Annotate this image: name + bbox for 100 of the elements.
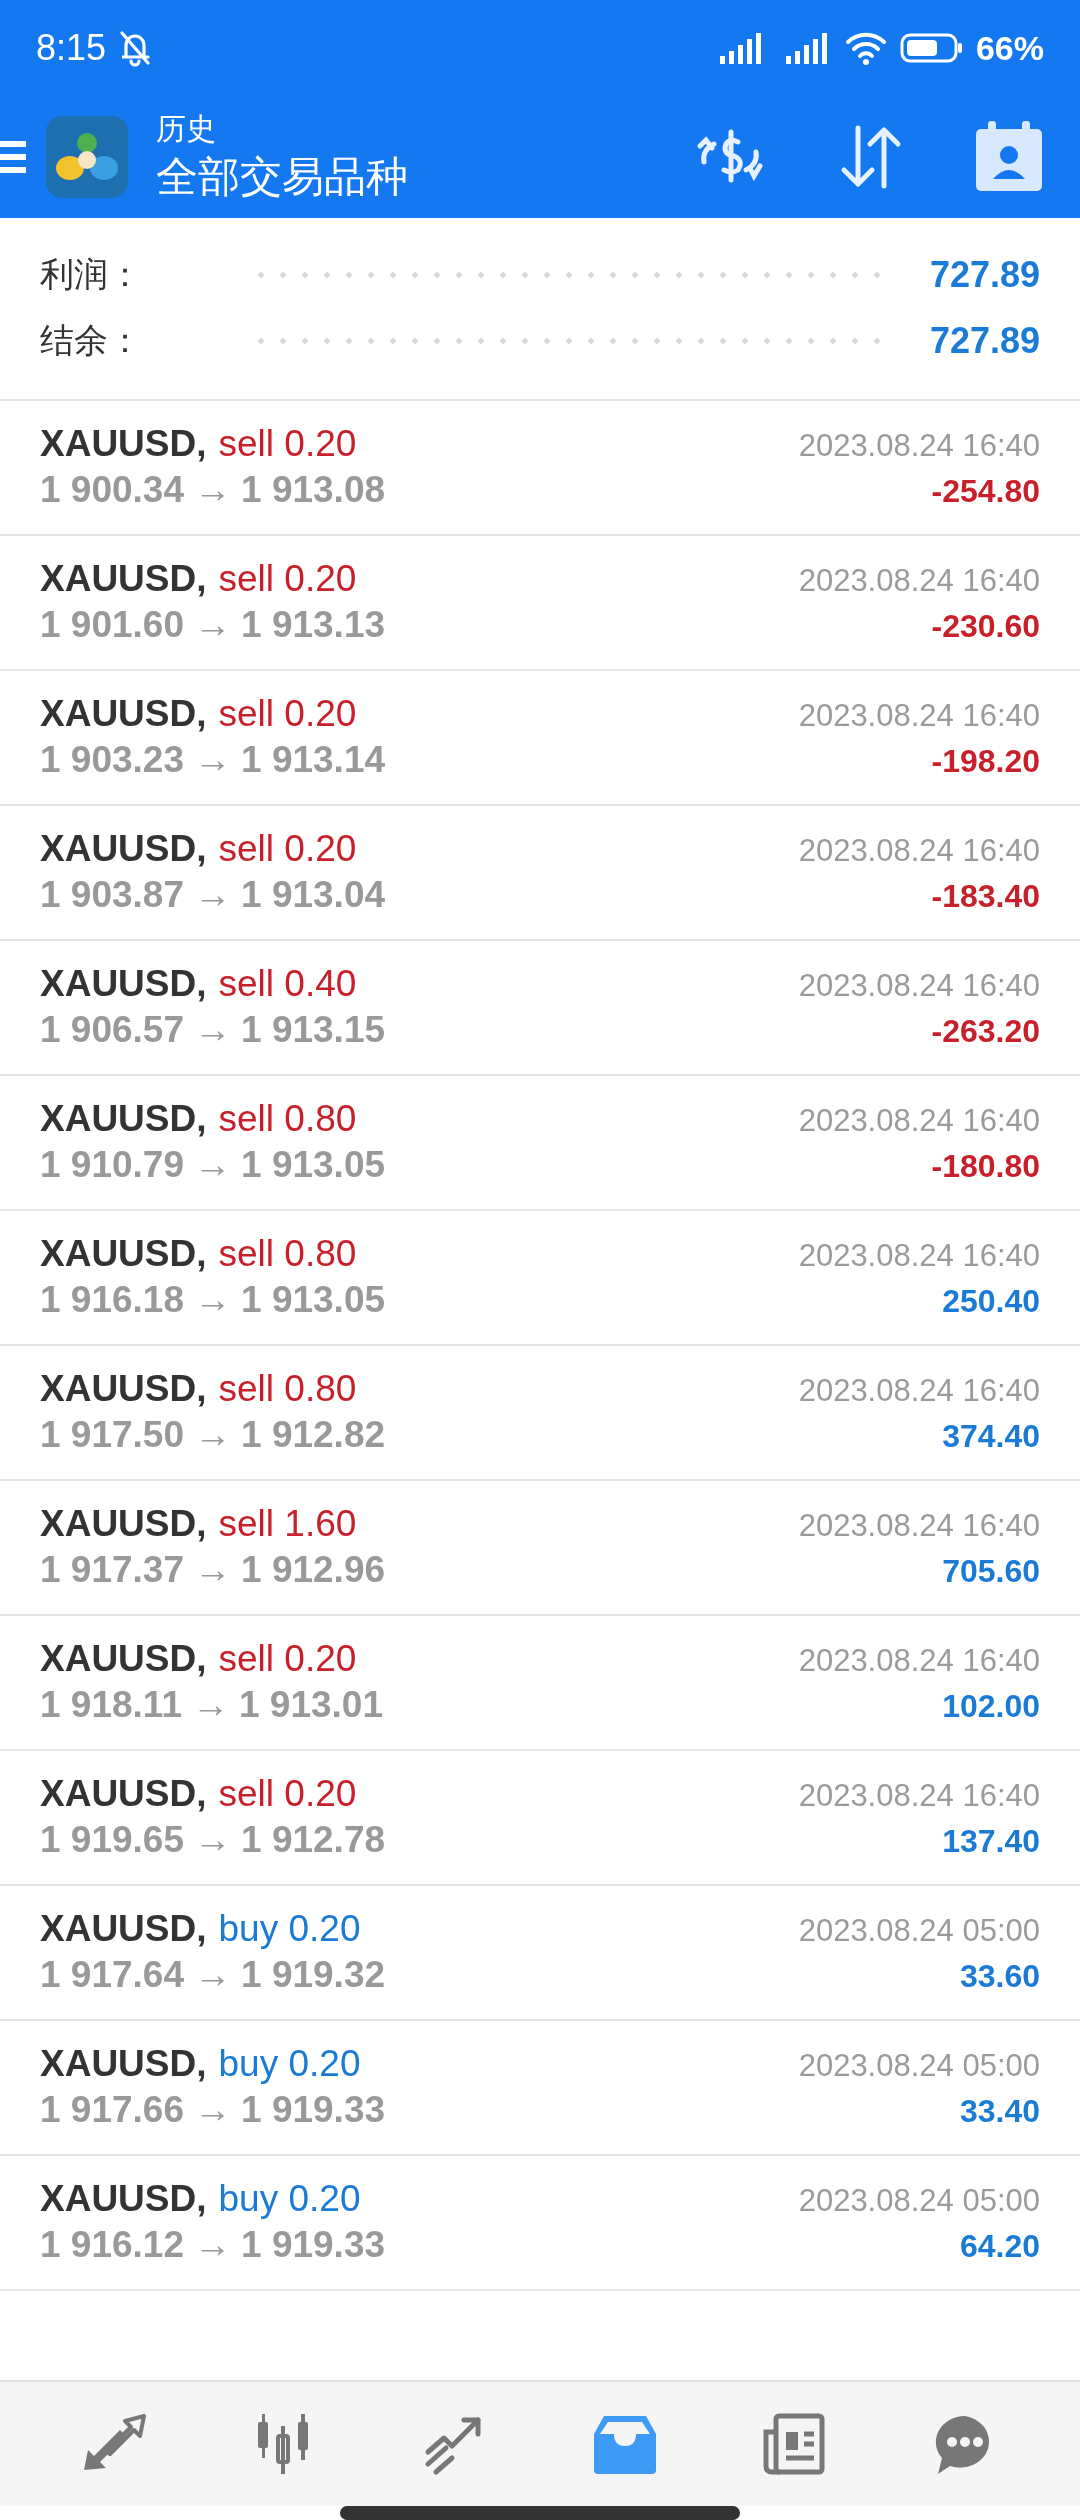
close-price: 1 912.78: [241, 1819, 386, 1862]
symbol: XAUUSD,: [40, 828, 207, 871]
close-price: 1 919.33: [241, 2224, 386, 2267]
trade-time: 2023.08.24 16:40: [798, 563, 1040, 600]
profit: 705.60: [942, 1553, 1040, 1591]
symbol: XAUUSD,: [40, 1098, 207, 1141]
trade-time: 2023.08.24 16:40: [798, 833, 1040, 870]
trade-time: 2023.08.24 05:00: [798, 1913, 1040, 1950]
screen-title: 历史: [156, 111, 217, 147]
profit: 250.40: [942, 1283, 1040, 1321]
open-price: 1 917.50: [40, 1414, 185, 1457]
trade-row[interactable]: XAUUSD, sell 0.40 2023.08.24 16:40 1 906.57 → 1 913.15 -263.20: [0, 940, 1080, 1076]
symbol: XAUUSD,: [40, 1908, 207, 1951]
trade-row[interactable]: XAUUSD, sell 0.20 2023.08.24 16:40 1 901.60 → 1 913.13 -230.60: [0, 535, 1080, 671]
symbol: XAUUSD,: [40, 963, 207, 1006]
trade-time: 2023.08.24 16:40: [798, 968, 1040, 1005]
close-price: 1 919.32: [241, 1954, 386, 1997]
arrow: →: [194, 1549, 232, 1592]
close-price: 1 913.01: [239, 1684, 383, 1727]
trade-row[interactable]: XAUUSD, sell 0.80 2023.08.24 16:40 1 916.18 → 1 913.05 250.40: [0, 1210, 1080, 1346]
symbol: XAUUSD,: [40, 1503, 207, 1546]
trade-time: 2023.08.24 16:40: [798, 1373, 1040, 1410]
profit: -230.60: [931, 608, 1040, 646]
trade-row[interactable]: XAUUSD, sell 0.80 2023.08.24 16:40 1 917.50 → 1 912.82 374.40: [0, 1345, 1080, 1481]
order-type: sell 0.80: [218, 1098, 357, 1141]
profit: 374.40: [942, 1418, 1040, 1456]
summary-value: 727.89: [929, 254, 1040, 297]
symbol: XAUUSD,: [40, 1773, 207, 1816]
trade-row[interactable]: XAUUSD, buy 0.20 2023.08.24 05:00 1 916.12 → 1 919.33 64.20: [0, 2155, 1080, 2291]
trade-row[interactable]: XAUUSD, sell 0.20 2023.08.24 16:40 1 918.11 → 1 913.01 102.00: [0, 1615, 1080, 1751]
close-price: 1 913.14: [241, 739, 386, 782]
trade-row[interactable]: XAUUSD, sell 0.20 2023.08.24 16:40 1 903.23 → 1 913.14 -198.20: [0, 670, 1080, 806]
arrow: →: [194, 1009, 232, 1052]
arrow: →: [194, 1954, 232, 1997]
arrow: →: [194, 1279, 232, 1322]
trade-time: 2023.08.24 16:40: [798, 1643, 1040, 1680]
symbol: XAUUSD,: [40, 1368, 207, 1411]
trade-row[interactable]: XAUUSD, sell 0.20 2023.08.24 16:40 1 903.87 → 1 913.04 -183.40: [0, 805, 1080, 941]
trade-time: 2023.08.24 16:40: [798, 1238, 1040, 1275]
order-type: buy 0.20: [218, 2178, 361, 2221]
profit: 33.60: [959, 1958, 1040, 1996]
trade-time: 2023.08.24 16:40: [798, 1508, 1040, 1545]
order-type: sell 0.80: [218, 1368, 357, 1411]
open-price: 1 910.79: [40, 1144, 185, 1187]
open-price: 1 903.23: [40, 739, 185, 782]
close-price: 1 919.33: [241, 2089, 386, 2132]
trade-row[interactable]: XAUUSD, buy 0.20 2023.08.24 05:00 1 917.66 → 1 919.33 33.40: [0, 2020, 1080, 2156]
app-logo-icon[interactable]: [46, 116, 128, 198]
profit: 64.20: [959, 2228, 1040, 2266]
trade-time: 2023.08.24 16:40: [798, 428, 1040, 465]
summary-label: 结余：: [40, 320, 143, 362]
summary-value: 727.89: [929, 320, 1040, 363]
order-type: sell 0.20: [218, 1773, 357, 1816]
profit: 33.40: [959, 2093, 1040, 2131]
trade-time: 2023.08.24 05:00: [798, 2048, 1040, 2085]
trade-row[interactable]: XAUUSD, buy 0.20 2023.08.24 05:00 1 917.64 → 1 919.32 33.60: [0, 1885, 1080, 2021]
order-type: buy 0.20: [218, 1908, 361, 1951]
symbol-filter[interactable]: 全部交易品种: [156, 149, 408, 205]
arrow: →: [194, 1819, 232, 1862]
open-price: 1 917.64: [40, 1954, 185, 1997]
open-price: 1 916.12: [40, 2224, 185, 2267]
open-price: 1 900.34: [40, 469, 185, 512]
symbol: XAUUSD,: [40, 2043, 207, 2086]
trade-row[interactable]: XAUUSD, sell 1.60 2023.08.24 16:40 1 917.37 → 1 912.96 705.60: [0, 1480, 1080, 1616]
symbol: XAUUSD,: [40, 1638, 207, 1681]
close-price: 1 913.13: [241, 604, 386, 647]
profit: 102.00: [942, 1688, 1040, 1726]
order-type: sell 0.20: [218, 693, 357, 736]
trade-time: 2023.08.24 16:40: [798, 1778, 1040, 1815]
open-price: 1 917.37: [40, 1549, 185, 1592]
close-price: 1 912.96: [241, 1549, 386, 1592]
order-type: sell 0.40: [218, 963, 357, 1006]
open-price: 1 917.66: [40, 2089, 185, 2132]
contact-calendar-icon[interactable]: [974, 121, 1044, 193]
order-type: sell 0.20: [218, 423, 357, 466]
profit: -198.20: [931, 743, 1040, 781]
open-price: 1 919.65: [40, 1819, 185, 1862]
arrow: →: [194, 1414, 232, 1457]
order-type: sell 1.60: [218, 1503, 357, 1546]
close-price: 1 912.82: [241, 1414, 386, 1457]
open-price: 1 903.87: [40, 874, 185, 917]
close-price: 1 913.15: [241, 1009, 386, 1052]
status-time: 8:15: [36, 27, 107, 69]
wifi-icon: [843, 30, 888, 66]
symbol: XAUUSD,: [40, 2178, 207, 2221]
profit: -180.80: [931, 1148, 1040, 1186]
close-price: 1 913.05: [241, 1144, 386, 1187]
order-type: sell 0.20: [218, 558, 357, 601]
trade-row[interactable]: XAUUSD, sell 0.20 2023.08.24 16:40 1 919.65 → 1 912.78 137.40: [0, 1750, 1080, 1886]
open-price: 1 901.60: [40, 604, 185, 647]
trade-time: 2023.08.24 05:00: [798, 2183, 1040, 2220]
arrow: →: [194, 1144, 232, 1187]
arrow: →: [192, 1684, 229, 1727]
trade-row[interactable]: XAUUSD, sell 0.20 2023.08.24 16:40 1 900.34 → 1 913.08 -254.80: [0, 400, 1080, 536]
battery-percent: 66%: [975, 28, 1044, 68]
symbol: XAUUSD,: [40, 423, 207, 466]
trade-row[interactable]: XAUUSD, sell 0.80 2023.08.24 16:40 1 910.79 → 1 913.05 -180.80: [0, 1075, 1080, 1211]
summary-label: 利润：: [40, 254, 143, 296]
symbol: XAUUSD,: [40, 1233, 207, 1276]
arrow: →: [194, 874, 232, 917]
